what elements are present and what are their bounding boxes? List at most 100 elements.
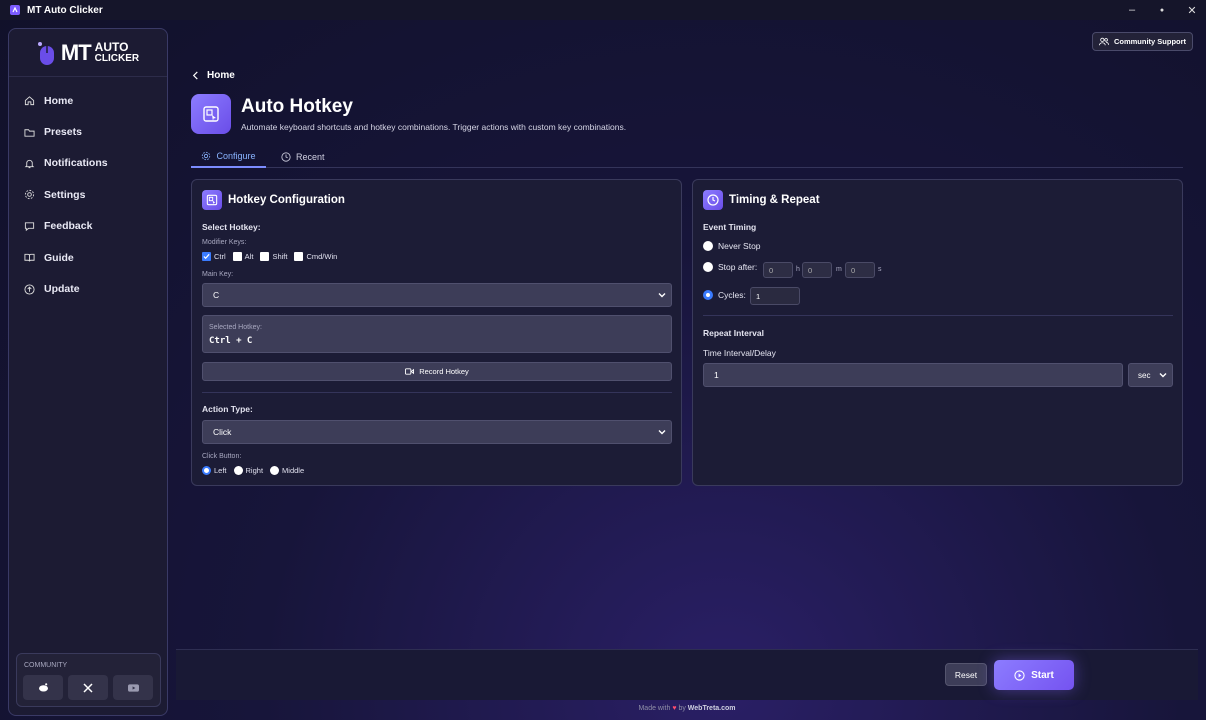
repeat-interval-label: Repeat Interval xyxy=(703,328,764,338)
cmd-win-checkbox[interactable] xyxy=(294,252,304,261)
never-stop-radio[interactable] xyxy=(703,241,713,251)
left-label: Left xyxy=(214,466,227,475)
event-timing-label: Event Timing xyxy=(703,222,757,232)
maximize-button[interactable]: ● xyxy=(1148,0,1176,20)
close-button[interactable]: ✕ xyxy=(1178,0,1206,20)
ctrl-checkbox[interactable] xyxy=(202,252,211,261)
stop-after-seconds-input[interactable]: 0 xyxy=(845,262,875,278)
shift-checkbox[interactable] xyxy=(260,252,270,261)
timer-icon xyxy=(703,190,723,210)
chevron-down-icon xyxy=(658,430,666,435)
stop-after-radio[interactable] xyxy=(703,262,713,272)
gear-icon xyxy=(24,189,35,200)
chevron-down-icon xyxy=(1159,373,1167,378)
tab-configure[interactable]: Configure xyxy=(191,146,266,168)
record-hotkey-label: Record Hotkey xyxy=(419,367,469,376)
reset-button[interactable]: Reset xyxy=(945,663,987,686)
hotkey-configuration-panel: Hotkey Configuration Select Hotkey: Modi… xyxy=(191,179,682,486)
stop-after-option[interactable]: Stop after: xyxy=(703,262,757,272)
chevron-left-icon xyxy=(192,71,198,80)
cycles-label: Cycles: xyxy=(718,290,746,300)
community-support-button[interactable]: Community Support xyxy=(1092,32,1193,51)
action-type-select[interactable]: Click xyxy=(202,420,672,444)
time-interval-value: 1 xyxy=(714,370,719,380)
left-radio[interactable] xyxy=(202,466,211,475)
page-subtitle: Automate keyboard shortcuts and hotkey c… xyxy=(241,122,627,132)
cycles-input[interactable]: 1 xyxy=(750,287,800,305)
sidebar-item-home[interactable]: Home xyxy=(9,85,167,116)
bell-icon xyxy=(24,158,35,169)
main-key-label: Main Key: xyxy=(202,271,234,278)
shift-label: Shift xyxy=(272,252,288,261)
youtube-button[interactable] xyxy=(113,675,153,700)
middle-label: Middle xyxy=(282,466,305,475)
interval-unit-value: sec xyxy=(1138,370,1151,380)
footer: Made with ♥ by WebTreta.com xyxy=(0,705,1206,712)
community-box: COMMUNITY xyxy=(16,653,161,707)
x-icon xyxy=(83,682,93,693)
modifier-keys: Ctrl Alt Shift Cmd/Win xyxy=(202,252,337,261)
record-hotkey-button[interactable]: Record Hotkey xyxy=(202,362,672,381)
gear-icon xyxy=(202,151,211,161)
cycles-radio[interactable] xyxy=(703,290,713,300)
breadcrumb[interactable]: Home xyxy=(192,70,235,81)
main-key-select[interactable]: C xyxy=(202,283,672,307)
time-interval-input[interactable]: 1 xyxy=(703,363,1123,387)
sidebar-item-feedback[interactable]: Feedback xyxy=(9,211,167,242)
arrow-up-circle-icon xyxy=(24,283,35,295)
sidebar-nav: Home Presets Notifications Settings Feed… xyxy=(9,77,167,305)
footer-by: by xyxy=(678,705,686,712)
book-icon xyxy=(24,252,35,263)
right-label: Right xyxy=(245,466,264,475)
logo-text: AUTO CLICKER xyxy=(94,41,140,64)
sidebar-item-settings[interactable]: Settings xyxy=(9,179,167,210)
selected-hotkey-box: Selected Hotkey: Ctrl + C xyxy=(202,315,672,353)
community-support-label: Community Support xyxy=(1113,37,1187,46)
action-type-label: Action Type: xyxy=(202,404,253,414)
panel-title: Hotkey Configuration xyxy=(228,194,345,206)
alt-label: Alt xyxy=(244,252,254,261)
sidebar-item-label: Guide xyxy=(44,251,74,264)
interval-unit-select[interactable]: sec xyxy=(1128,363,1173,387)
chevron-down-icon xyxy=(658,293,666,298)
never-stop-option[interactable]: Never Stop xyxy=(703,241,761,251)
home-icon xyxy=(24,95,35,106)
folder-icon xyxy=(24,127,35,138)
logo-line2: CLICKER xyxy=(94,52,140,64)
logo-mouse-icon xyxy=(37,41,54,65)
minimize-button[interactable]: – xyxy=(1118,0,1146,20)
hours-unit: h xyxy=(796,266,800,273)
breadcrumb-home[interactable]: Home xyxy=(207,70,235,81)
footer-made-with: Made with xyxy=(638,705,671,712)
stop-after-hours-input[interactable]: 0 xyxy=(763,262,793,278)
sidebar-item-guide[interactable]: Guide xyxy=(9,242,167,273)
x-button[interactable] xyxy=(68,675,108,700)
right-radio[interactable] xyxy=(233,466,243,475)
sidebar-item-label: Settings xyxy=(44,188,86,201)
seconds-unit: s xyxy=(878,266,882,273)
sidebar-item-presets[interactable]: Presets xyxy=(9,116,167,147)
tab-label: Recent xyxy=(296,152,325,162)
main-key-value: C xyxy=(213,290,220,300)
sidebar-item-update[interactable]: Update xyxy=(9,273,167,304)
reddit-button[interactable] xyxy=(23,675,63,700)
start-button[interactable]: Start xyxy=(994,660,1074,690)
users-icon xyxy=(1098,37,1109,46)
start-label: Start xyxy=(1031,669,1054,681)
page-title: Auto Hotkey xyxy=(241,96,353,117)
stop-after-minutes-input[interactable]: 0 xyxy=(802,262,832,278)
middle-radio[interactable] xyxy=(270,466,280,475)
click-button-label: Click Button: xyxy=(202,453,242,460)
panel-title: Timing & Repeat xyxy=(729,194,820,206)
cycles-option[interactable]: Cycles: xyxy=(703,290,746,300)
minutes-unit: m xyxy=(836,266,842,273)
tab-recent[interactable]: Recent xyxy=(281,146,325,168)
sidebar-item-label: Notifications xyxy=(44,157,108,170)
alt-checkbox[interactable] xyxy=(232,252,242,261)
auto-hotkey-icon xyxy=(191,94,231,134)
footer-brand-link[interactable]: WebTreta.com xyxy=(688,705,736,712)
selected-hotkey-label: Selected Hotkey: xyxy=(209,324,262,331)
divider xyxy=(202,392,672,393)
click-button-options: Left Right Middle xyxy=(202,466,304,475)
sidebar-item-notifications[interactable]: Notifications xyxy=(9,148,167,179)
